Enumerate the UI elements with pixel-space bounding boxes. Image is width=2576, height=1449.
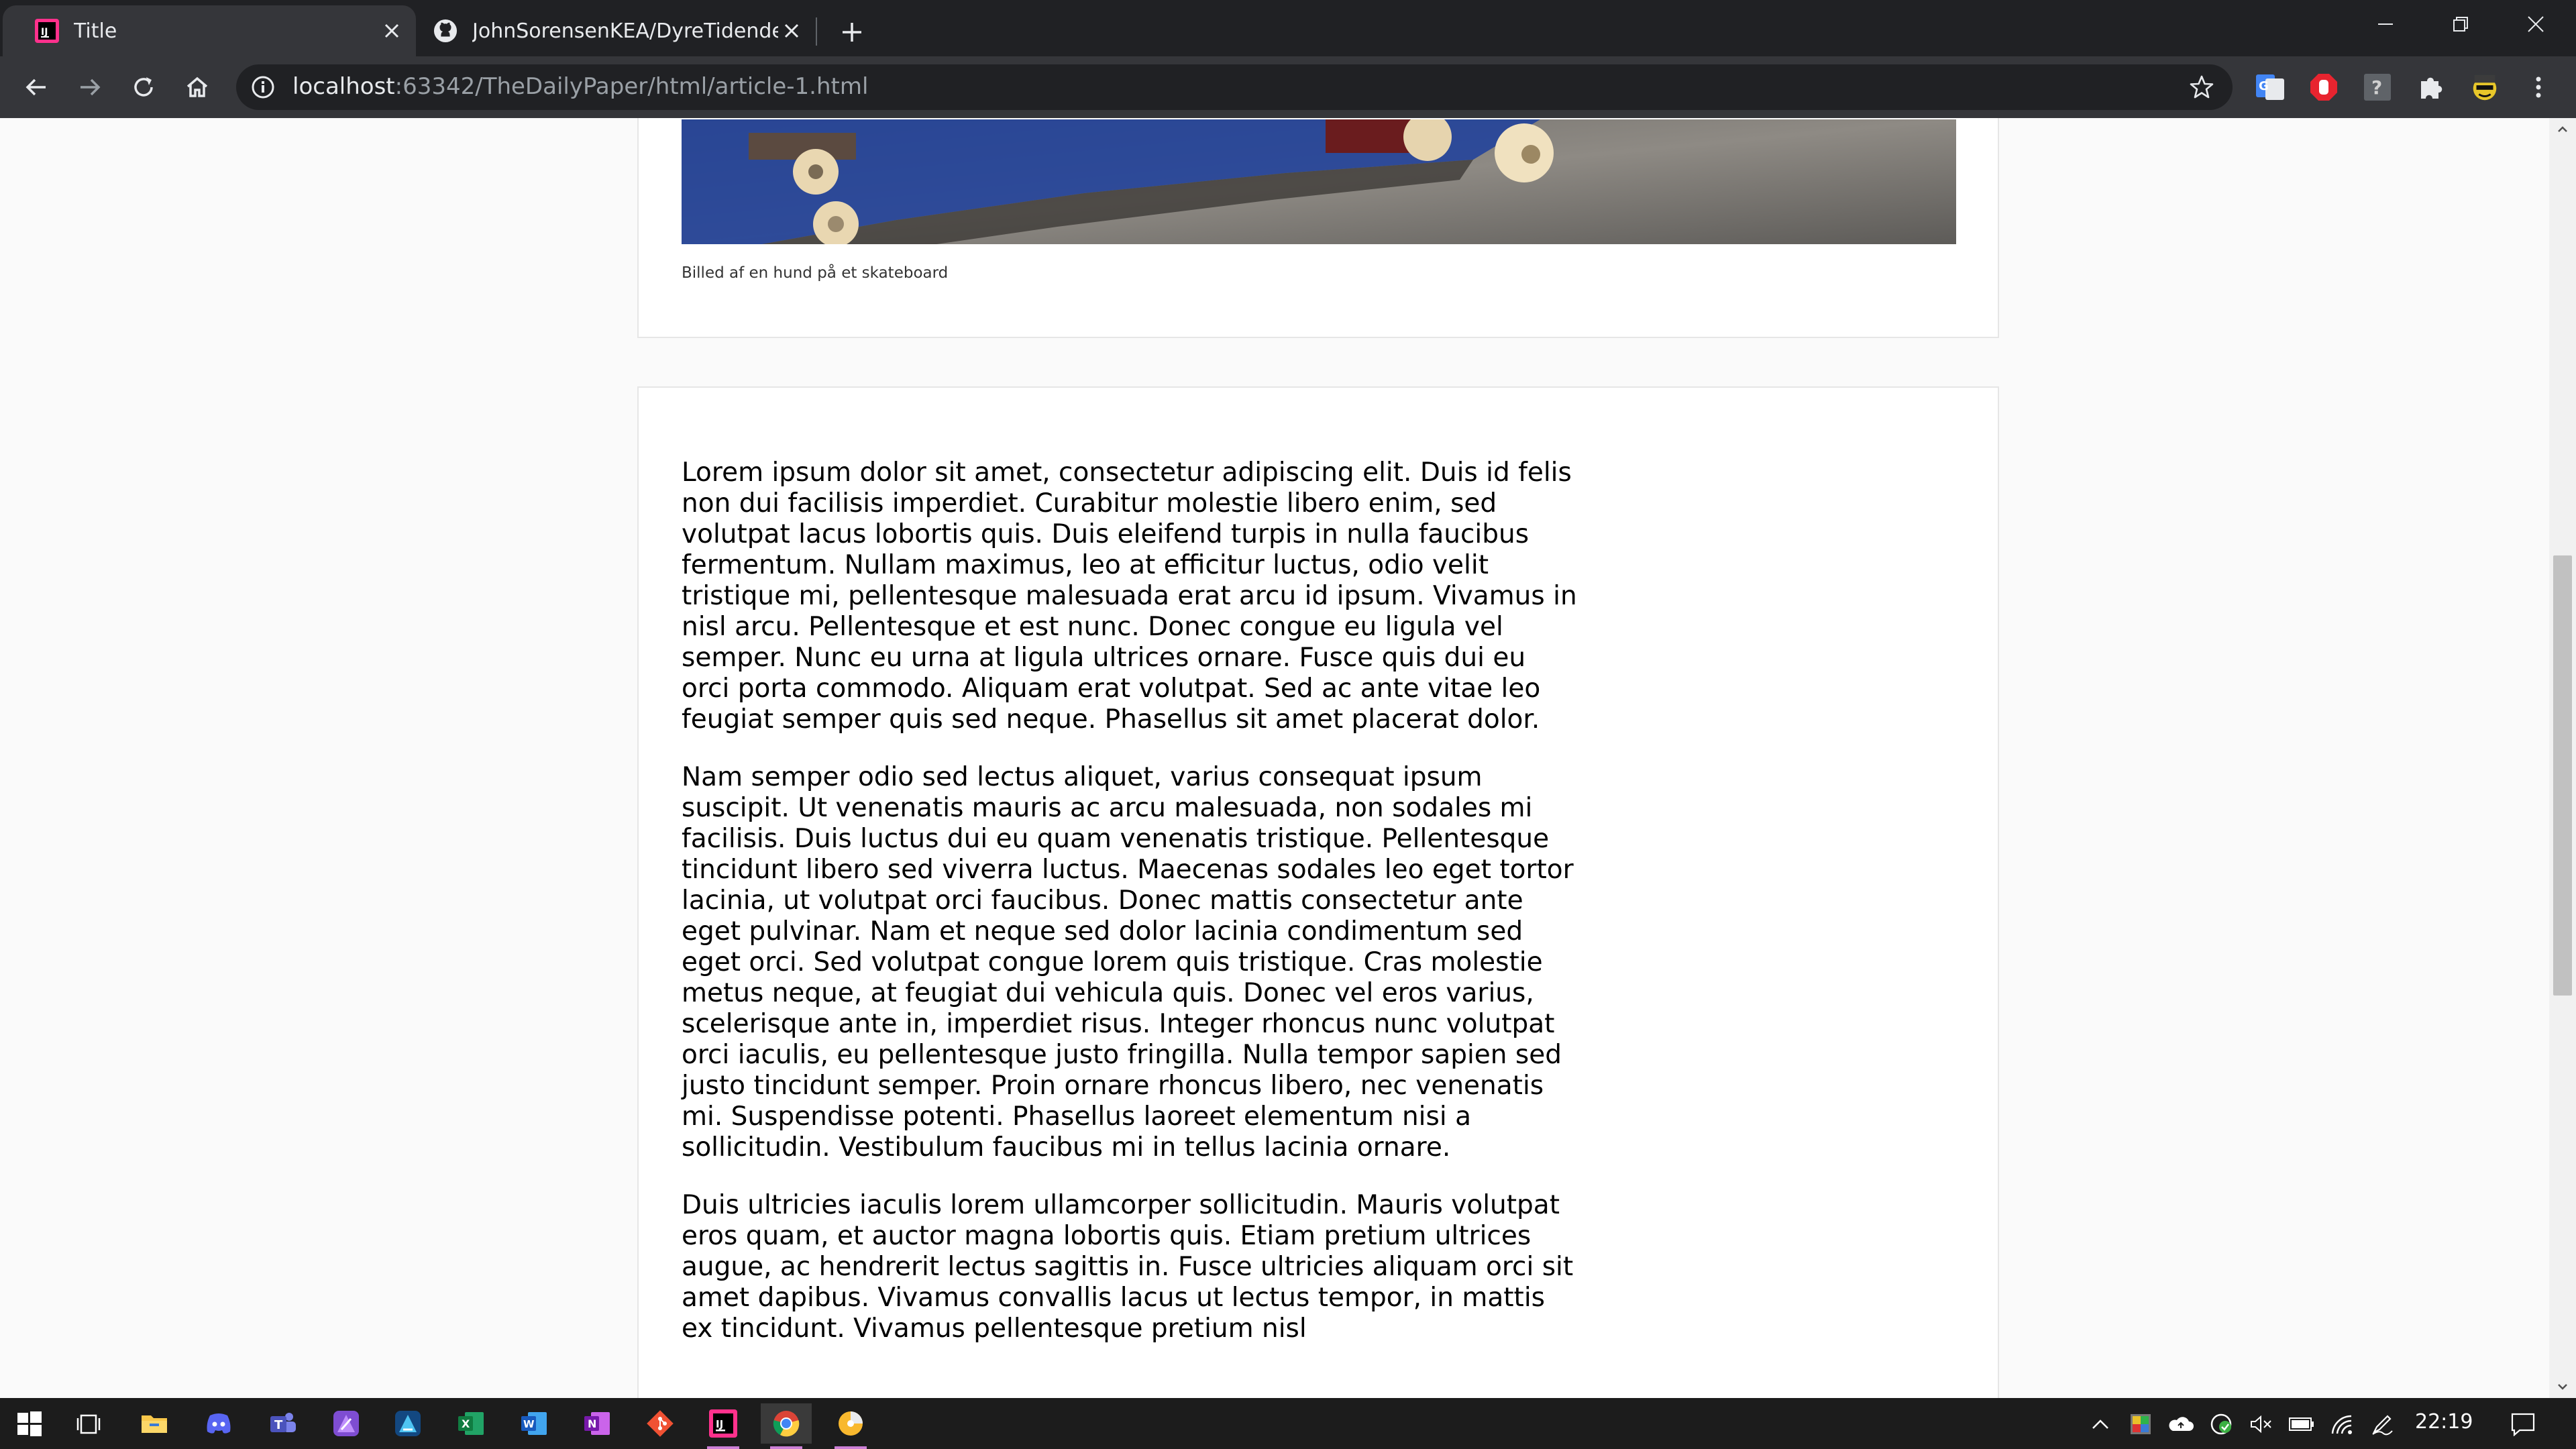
clock-app-icon[interactable] [825, 1403, 876, 1449]
bookmark-star-icon[interactable] [2188, 74, 2215, 101]
scroll-up-arrow[interactable] [2549, 118, 2576, 141]
forward-button[interactable] [72, 70, 107, 105]
home-icon [186, 76, 208, 97]
color-picker-icon[interactable] [2124, 1407, 2157, 1441]
more-menu-button[interactable] [2525, 71, 2552, 103]
chrome-icon[interactable] [761, 1403, 812, 1449]
article-body: Lorem ipsum dolor sit amet, consectetur … [682, 458, 1580, 1371]
forward-icon [80, 78, 101, 96]
url-path: :63342/TheDailyPaper/html/article-1.html [394, 73, 869, 100]
scroll-down-arrow[interactable] [2549, 1375, 2576, 1398]
close-window-button[interactable] [2498, 0, 2573, 48]
close-tab-icon[interactable] [378, 17, 405, 44]
address-bar[interactable]: localhost:63342/TheDailyPaper/html/artic… [236, 64, 2233, 110]
excel-icon[interactable]: X [445, 1403, 496, 1444]
unknown-extension-icon[interactable]: ? [2361, 71, 2394, 103]
file-explorer-icon[interactable] [129, 1403, 180, 1444]
onedrive-icon[interactable] [2164, 1407, 2198, 1441]
discord-icon[interactable] [193, 1403, 244, 1444]
chevron-up-icon[interactable] [2084, 1407, 2117, 1441]
url-host: localhost [292, 73, 395, 100]
browser-toolbar: localhost:63342/TheDailyPaper/html/artic… [0, 56, 2576, 118]
sync-check-icon[interactable] [2204, 1407, 2238, 1441]
article-paragraph: Nam semper odio sed lectus aliquet, vari… [682, 762, 1574, 1163]
url-text[interactable]: localhost:63342/TheDailyPaper/html/artic… [292, 73, 868, 100]
teams-icon[interactable]: T [258, 1403, 309, 1444]
pen-icon[interactable] [2365, 1407, 2399, 1441]
profile-avatar-icon[interactable] [2469, 71, 2501, 103]
running-indicator [770, 1446, 802, 1449]
article-image [682, 119, 1956, 244]
tab-divider [816, 17, 817, 46]
google-translate-icon[interactable]: G [2254, 71, 2286, 103]
affinity-photo-icon[interactable] [321, 1403, 372, 1444]
tab-title[interactable]: IJ Title [3, 5, 416, 56]
svg-text:IJ: IJ [716, 1418, 723, 1430]
minimize-icon [2378, 23, 2393, 25]
running-indicator [707, 1446, 739, 1449]
image-caption: Billed af en hund på et skateboard [682, 264, 949, 282]
intellij-icon: IJ [35, 19, 59, 43]
tab-label: JohnSorensenKEA/DyreTidende [472, 19, 778, 43]
page-scrollbar[interactable] [2549, 118, 2576, 1398]
notification-icon[interactable] [2506, 1407, 2540, 1441]
scroll-thumb[interactable] [2553, 555, 2572, 996]
article-paragraph: Duis ultricies iaculis lorem ullamcorper… [682, 1190, 1574, 1344]
restore-button[interactable] [2423, 0, 2498, 48]
svg-text:G: G [2259, 79, 2269, 93]
svg-text:T: T [274, 1418, 283, 1432]
back-button[interactable] [19, 70, 54, 105]
minimize-button[interactable] [2348, 0, 2423, 48]
task-view-icon[interactable] [64, 1403, 115, 1444]
volume-muted-icon[interactable] [2245, 1407, 2278, 1441]
running-indicator [835, 1446, 867, 1449]
word-icon[interactable]: W [508, 1403, 559, 1444]
plus-icon [843, 23, 861, 42]
svg-text:IJ: IJ [41, 27, 48, 38]
taskbar-clock[interactable]: 22:19 [2415, 1410, 2473, 1434]
git-icon[interactable] [635, 1403, 686, 1444]
affinity-designer-icon[interactable] [382, 1403, 433, 1444]
svg-text:N: N [588, 1417, 596, 1430]
adblock-icon[interactable] [2308, 71, 2340, 103]
reload-button[interactable] [126, 70, 161, 105]
article-card: Lorem ipsum dolor sit amet, consectetur … [637, 386, 1999, 1398]
more-icon [2536, 76, 2541, 98]
onenote-icon[interactable]: N [572, 1403, 623, 1444]
home-button[interactable] [180, 70, 215, 105]
puzzle-icon[interactable] [2415, 71, 2447, 103]
tab-label: Title [74, 19, 117, 43]
close-tab-icon[interactable] [778, 17, 805, 44]
windows-taskbar: T X W N IJ 22:19 [0, 1398, 2576, 1449]
close-icon [2528, 16, 2544, 32]
intellij-icon[interactable]: IJ [698, 1403, 749, 1449]
tab-strip: IJ Title JohnSorensenKEA/DyreTidende [0, 0, 2576, 56]
image-card: Billed af en hund på et skateboard [637, 118, 1999, 338]
battery-icon[interactable] [2285, 1407, 2318, 1441]
svg-text:X: X [462, 1417, 470, 1430]
restore-icon [2453, 17, 2468, 32]
wifi-icon[interactable] [2325, 1407, 2359, 1441]
svg-text:?: ? [2371, 76, 2382, 99]
tab-github[interactable]: JohnSorensenKEA/DyreTidende [416, 5, 816, 56]
svg-text:W: W [523, 1418, 535, 1430]
back-icon [25, 78, 46, 96]
page-viewport: Billed af en hund på et skateboard Lorem… [0, 118, 2549, 1398]
site-info-icon[interactable] [250, 74, 276, 101]
windows-start-icon[interactable] [4, 1403, 55, 1444]
article-paragraph: Lorem ipsum dolor sit amet, consectetur … [682, 458, 1577, 735]
reload-icon [134, 77, 153, 97]
new-tab-button[interactable] [835, 15, 869, 50]
github-icon [433, 19, 458, 43]
